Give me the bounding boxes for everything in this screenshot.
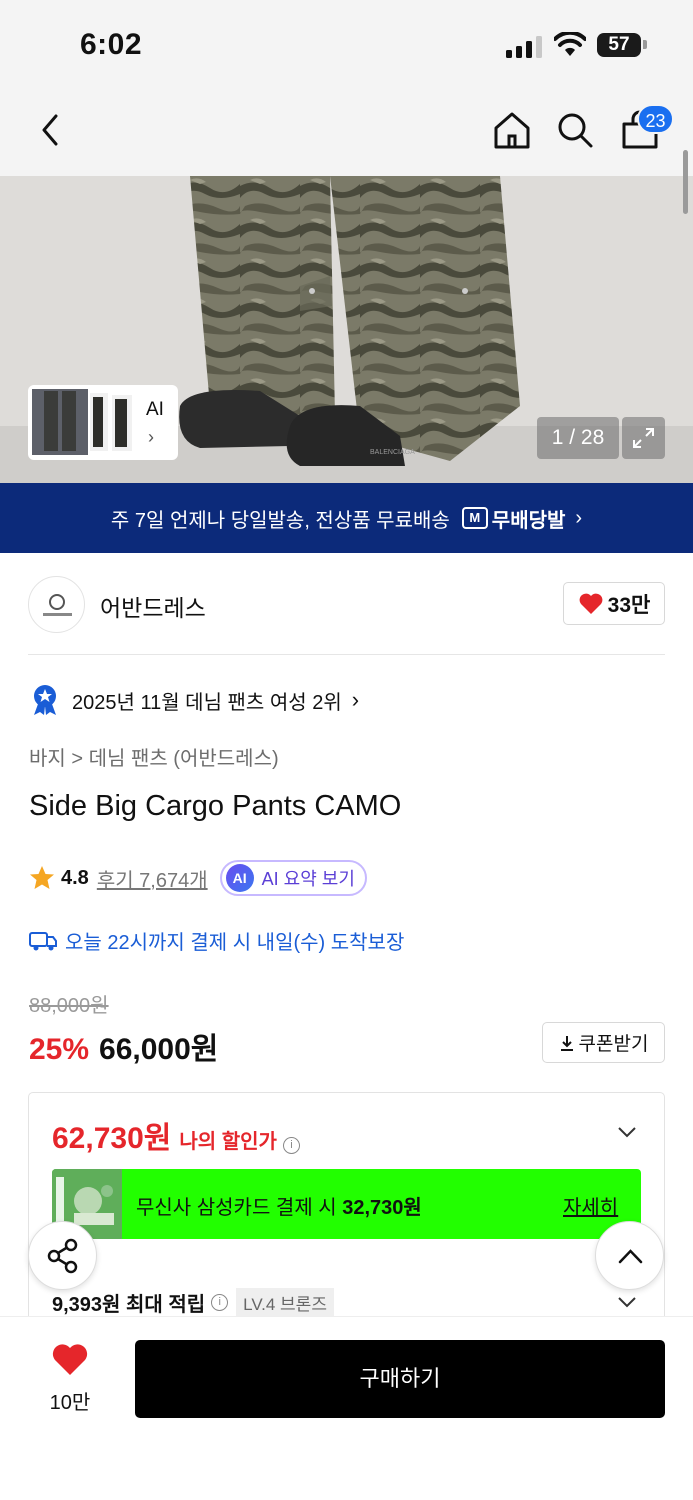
chevron-right-icon: ›	[575, 506, 583, 529]
scrollbar[interactable]	[683, 150, 688, 214]
shipping-banner[interactable]: 주 7일 언제나 당일발송, 전상품 무료배송 M 무배당발 ›	[0, 483, 693, 553]
info-icon[interactable]: i	[211, 1294, 229, 1311]
ai-icon: AI	[225, 864, 254, 892]
svg-text:BALENCIAGA: BALENCIAGA	[370, 449, 415, 456]
free-shipping-label: 무배당발	[491, 509, 566, 532]
ai-similar-card[interactable]: AI ›	[28, 385, 178, 460]
scroll-top-button[interactable]	[595, 1221, 664, 1290]
card-promo-text: 무신사 삼성카드 결제 시 32,730원	[136, 1191, 422, 1220]
breadcrumb[interactable]: 바지 > 데님 팬츠 (어반드레스)	[29, 742, 279, 771]
image-counter: 1 / 28	[537, 417, 619, 459]
shipping-banner-text: 주 7일 언제나 당일발송, 전상품 무료배송	[110, 509, 450, 532]
chevron-up-icon	[618, 1249, 643, 1264]
buy-button[interactable]: 구매하기	[135, 1340, 665, 1418]
my-discount-price[interactable]: 62,730원 나의 할인가 i	[52, 1113, 300, 1157]
card-promo-banner[interactable]: 무신사 삼성카드 결제 시 32,730원 자세히	[52, 1169, 641, 1239]
my-price-label: 나의 할인가	[179, 1131, 277, 1153]
my-price-amount: 62,730원	[52, 1122, 172, 1155]
battery-icon: 57	[597, 33, 641, 57]
download-icon	[560, 1035, 573, 1051]
review-count-link[interactable]: 후기 7,674개	[97, 864, 208, 893]
chevron-down-icon[interactable]	[616, 1294, 638, 1310]
chevron-right-icon: ›	[148, 427, 154, 447]
ranking-link[interactable]: 2025년 11월 데님 팬츠 여성 2위 ›	[30, 684, 359, 716]
delivery-text: 오늘 22시까지 결제 시 내일(수) 도착보장	[65, 932, 405, 954]
similar-thumbnails	[32, 389, 132, 455]
back-icon[interactable]	[36, 110, 66, 150]
info-icon[interactable]: i	[282, 1137, 300, 1154]
search-icon[interactable]	[555, 110, 595, 150]
product-title: Side Big Cargo Pants CAMO	[29, 790, 402, 822]
battery-tip	[643, 40, 647, 49]
ranking-text: 2025년 11월 데님 팬츠 여성 2위	[72, 691, 342, 714]
ai-summary-button[interactable]: AI AI 요약 보기	[219, 860, 367, 896]
sale-price-row: 25% 66,000원	[29, 1024, 218, 1068]
heart-icon	[52, 1344, 88, 1375]
brand-like-count: 33만	[607, 593, 651, 617]
wifi-icon	[554, 32, 586, 56]
share-icon	[47, 1238, 78, 1274]
ai-summary-label: AI 요약 보기	[261, 869, 355, 889]
delivery-guarantee[interactable]: 오늘 22시까지 결제 시 내일(수) 도착보장	[29, 926, 404, 955]
divider	[28, 654, 665, 655]
ai-label: AI	[146, 399, 164, 420]
top-nav	[0, 90, 693, 176]
card-promo-amount: 32,730원	[342, 1197, 422, 1219]
status-bar: 6:02 57	[0, 0, 693, 90]
membership-level-badge: LV.4 브론즈	[236, 1288, 334, 1317]
chevron-right-icon: ›	[351, 687, 360, 712]
free-shipping-badge: M 무배당발	[461, 504, 566, 533]
coupon-label: 쿠폰받기	[578, 1034, 649, 1055]
rating-row: 4.8 후기 7,674개 AI AI 요약 보기	[29, 860, 367, 896]
delivery-truck-icon	[29, 931, 57, 950]
status-time: 6:02	[80, 28, 143, 61]
heart-icon	[579, 593, 603, 614]
home-icon[interactable]	[492, 110, 532, 150]
wishlist-button[interactable]: 10만	[40, 1343, 100, 1415]
brand-name[interactable]: 어반드레스	[100, 589, 206, 623]
chevron-down-icon[interactable]	[616, 1124, 638, 1140]
signal-icon	[506, 34, 544, 58]
points-text: 9,393원 최대 적립	[52, 1294, 206, 1316]
delivery-truck-icon: M	[461, 507, 488, 529]
expand-icon[interactable]	[622, 417, 665, 459]
card-promo-detail-link[interactable]: 자세히	[563, 1191, 618, 1220]
sale-price: 66,000원	[99, 1033, 219, 1066]
rating-score: 4.8	[61, 866, 89, 889]
brand-logo[interactable]	[28, 576, 85, 633]
discount-percent: 25%	[29, 1033, 90, 1066]
original-price: 88,000원	[29, 995, 109, 1017]
medal-icon	[34, 685, 56, 715]
share-button[interactable]	[28, 1221, 97, 1290]
points-row[interactable]: 9,393원 최대 적립 i LV.4 브론즈	[52, 1288, 334, 1317]
coupon-button[interactable]: 쿠폰받기	[542, 1022, 665, 1063]
cart-count-badge: 23	[637, 104, 674, 134]
brand-like-button[interactable]: 33만	[563, 582, 665, 625]
wishlist-count: 10만	[49, 1392, 91, 1414]
card-promo-prefix: 무신사 삼성카드 결제 시	[136, 1197, 337, 1219]
star-icon	[30, 866, 54, 889]
